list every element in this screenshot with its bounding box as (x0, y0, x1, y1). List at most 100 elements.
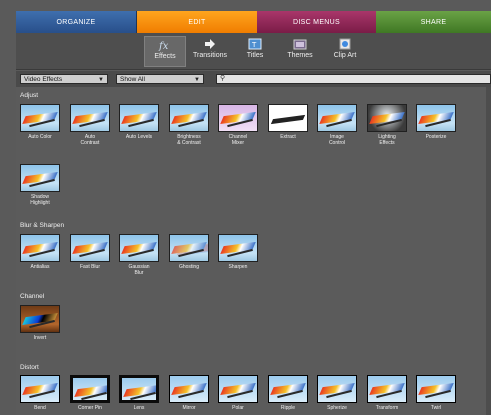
effect-thumbnail (268, 104, 308, 132)
effect-item[interactable]: Spherize (315, 375, 359, 411)
vertical-scrollbar[interactable] (486, 87, 491, 415)
fx-icon: fx (158, 41, 169, 51)
effect-label: Ghosting (178, 264, 199, 270)
transitions-label: Transitions (193, 52, 227, 59)
clip-art-button[interactable]: Clip Art (324, 36, 366, 67)
effect-thumbnail (367, 104, 407, 132)
show-filter-dropdown[interactable]: Show All ▼ (116, 74, 204, 84)
effects-button[interactable]: fx Effects (144, 36, 186, 67)
titles-label: Titles (246, 52, 264, 59)
effect-thumbnail (169, 104, 209, 132)
effect-type-value: Video Effects (24, 76, 63, 83)
effect-label: Twirl (430, 405, 442, 411)
effect-thumbnail (416, 104, 456, 132)
effect-item[interactable]: Auto Levels (117, 104, 161, 140)
effects-label: Effects (154, 53, 176, 60)
effect-thumbnail (218, 234, 258, 262)
titles-icon: T (248, 38, 262, 50)
effect-thumbnail (317, 375, 357, 403)
effect-item[interactable]: Channel Mixer (216, 104, 260, 146)
clip-art-label: Clip Art (333, 52, 357, 59)
effect-label: Lens (133, 405, 145, 411)
effect-label: Ripple (280, 405, 296, 411)
effect-item[interactable]: Mirror (167, 375, 211, 411)
show-filter-value: Show All (120, 76, 145, 83)
workspace-tab-bar: ORGANIZE EDIT DISC MENUS SHARE (16, 11, 491, 33)
chevron-down-icon: ▼ (98, 77, 104, 83)
effect-item[interactable]: Image Control (315, 104, 359, 146)
effect-item[interactable]: Ghosting (167, 234, 211, 270)
effect-label: Lighting Effects (378, 134, 396, 146)
effect-label: Brightness & Contrast (177, 134, 201, 146)
category-heading: Adjust (20, 92, 39, 99)
effect-item[interactable]: Invert (18, 305, 62, 341)
effect-label: Bend (34, 405, 46, 411)
effect-item[interactable]: Brightness & Contrast (167, 104, 211, 146)
effect-item[interactable]: Lens (117, 375, 161, 411)
search-icon: ⚲ (220, 75, 226, 82)
effect-thumbnail (317, 104, 357, 132)
effect-item[interactable]: Auto Contrast (68, 104, 112, 146)
effect-item[interactable]: Lighting Effects (365, 104, 409, 146)
arrow-icon (205, 39, 215, 49)
effect-label: Invert (33, 335, 47, 341)
effect-label: Image Control (328, 134, 346, 146)
effects-browser: Adjust Auto Color Auto Contrast Auto Lev… (16, 87, 491, 415)
effect-item[interactable]: Sharpen (216, 234, 260, 270)
effect-thumbnail (70, 234, 110, 262)
effect-label: Auto Color (28, 134, 52, 140)
category-heading: Distort (20, 364, 39, 371)
effect-item[interactable]: Shadow Highlight (18, 164, 62, 206)
tab-share[interactable]: SHARE (376, 11, 491, 33)
effect-label: Fast Blur (79, 264, 100, 270)
effect-item[interactable]: Twirl (414, 375, 458, 411)
effect-item[interactable]: Fast Blur (68, 234, 112, 270)
effect-thumbnail (218, 375, 258, 403)
effect-label: Channel Mixer (228, 134, 248, 146)
effect-item[interactable]: Bend (18, 375, 62, 411)
effect-thumbnail (416, 375, 456, 403)
search-input[interactable]: ⚲ (216, 74, 491, 84)
svg-text:fx: fx (158, 41, 169, 51)
tab-organize[interactable]: ORGANIZE (16, 11, 137, 33)
transitions-button[interactable]: Transitions (189, 36, 231, 67)
tab-disc-menus[interactable]: DISC MENUS (257, 11, 376, 33)
effect-label: Mirror (182, 405, 196, 411)
effect-thumbnail (70, 375, 110, 403)
effect-thumbnail (119, 234, 159, 262)
effect-item[interactable]: Antialias (18, 234, 62, 270)
effect-thumbnail (169, 375, 209, 403)
effect-item[interactable]: Extract (266, 104, 310, 140)
clipart-icon (339, 38, 351, 50)
effect-type-dropdown[interactable]: Video Effects ▼ (20, 74, 108, 84)
effect-thumbnail (218, 104, 258, 132)
effect-thumbnail (20, 305, 60, 333)
effect-thumbnail (70, 104, 110, 132)
effect-thumbnail (268, 375, 308, 403)
effect-label: Transform (375, 405, 399, 411)
effect-label: Auto Levels (125, 134, 153, 140)
chevron-down-icon: ▼ (194, 77, 200, 83)
effect-thumbnail (20, 104, 60, 132)
tab-edit[interactable]: EDIT (137, 11, 257, 33)
effect-label: Shadow Highlight (30, 194, 50, 206)
effect-item[interactable]: Corner Pin (68, 375, 112, 411)
titles-button[interactable]: T Titles (234, 36, 276, 67)
effect-thumbnail (20, 375, 60, 403)
effect-thumbnail (169, 234, 209, 262)
effect-thumbnail (20, 164, 60, 192)
edit-subtoolbar: fx Effects Transitions T Titles Themes C… (16, 33, 491, 70)
film-icon (293, 39, 307, 50)
themes-button[interactable]: Themes (279, 36, 321, 67)
effect-label: Gaussian Blur (128, 264, 150, 276)
effect-item[interactable]: Transform (365, 375, 409, 411)
effect-item[interactable]: Posterize (414, 104, 458, 140)
effect-label: Extract (280, 134, 296, 140)
effect-item[interactable]: Gaussian Blur (117, 234, 161, 276)
effect-thumbnail (119, 375, 159, 403)
effect-item[interactable]: Ripple (266, 375, 310, 411)
effect-item[interactable]: Polar (216, 375, 260, 411)
effect-thumbnail (20, 234, 60, 262)
effect-label: Corner Pin (78, 405, 102, 411)
effect-item[interactable]: Auto Color (18, 104, 62, 140)
